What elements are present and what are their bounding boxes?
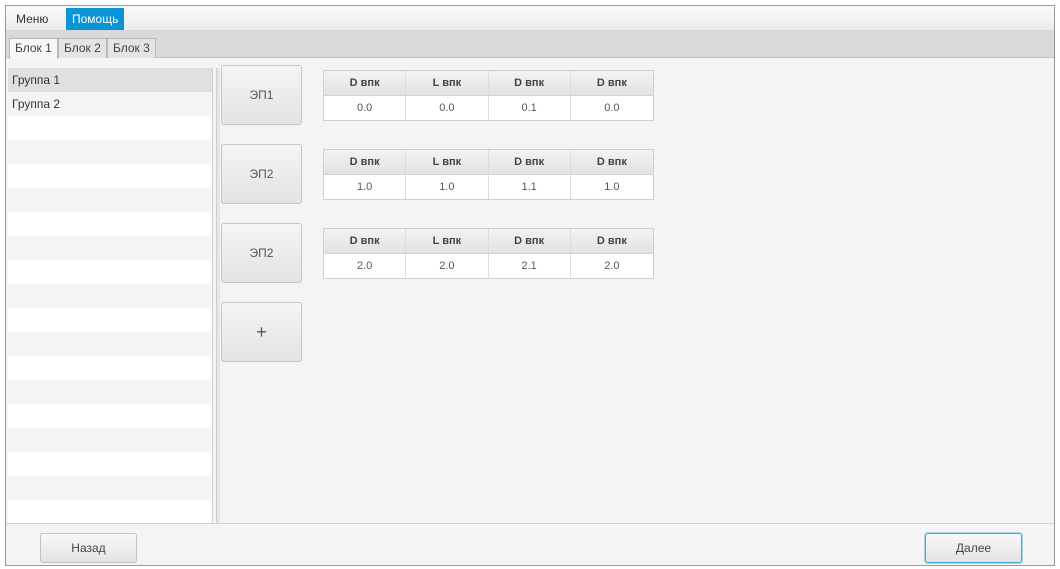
column-header[interactable]: D впк — [324, 150, 407, 174]
list-item-empty — [8, 236, 212, 260]
list-item-group-2[interactable]: Группа 2 — [8, 92, 212, 116]
table-header-row: D впк L впк D впк D впк — [324, 229, 653, 254]
list-item-empty — [8, 428, 212, 452]
table-cell[interactable]: 2.0 — [571, 254, 653, 278]
column-header[interactable]: D впк — [324, 71, 407, 95]
table-cell[interactable]: 0.0 — [571, 96, 653, 120]
element-button-ep2-second[interactable]: ЭП2 — [221, 223, 302, 283]
footer-bar: Назад Далее — [6, 523, 1054, 565]
table-row: 1.0 1.0 1.1 1.0 — [324, 175, 653, 199]
list-item-empty — [8, 188, 212, 212]
list-item-empty — [8, 356, 212, 380]
list-item-empty — [8, 452, 212, 476]
element-table-3: D впк L впк D впк D впк 2.0 2.0 2.1 2.0 — [323, 228, 654, 279]
table-cell[interactable]: 2.0 — [406, 254, 489, 278]
group-list[interactable]: Группа 1 Группа 2 — [8, 68, 213, 523]
table-cell[interactable]: 1.1 — [489, 175, 571, 199]
element-table-1: D впк L впк D впк D впк 0.0 0.0 0.1 0.0 — [323, 70, 654, 121]
next-button[interactable]: Далее — [925, 533, 1022, 563]
list-item-empty — [8, 284, 212, 308]
column-header[interactable]: D впк — [571, 71, 653, 95]
list-item-empty — [8, 500, 212, 523]
split-divider[interactable] — [216, 68, 220, 523]
list-item-empty — [8, 140, 212, 164]
table-cell[interactable]: 1.0 — [571, 175, 653, 199]
list-item-empty — [8, 308, 212, 332]
list-item-empty — [8, 380, 212, 404]
table-cell[interactable]: 2.1 — [489, 254, 571, 278]
column-header[interactable]: D впк — [489, 150, 571, 174]
list-item-empty — [8, 212, 212, 236]
column-header[interactable]: D впк — [324, 229, 407, 253]
element-button-ep2[interactable]: ЭП2 — [221, 144, 302, 204]
list-item-group-1[interactable]: Группа 1 — [8, 68, 212, 92]
column-header[interactable]: D впк — [571, 150, 653, 174]
table-cell[interactable]: 0.1 — [489, 96, 571, 120]
list-item-empty — [8, 116, 212, 140]
table-cell[interactable]: 0.0 — [406, 96, 489, 120]
tab-block-3[interactable]: Блок 3 — [107, 38, 156, 58]
tab-block-1[interactable]: Блок 1 — [9, 38, 58, 59]
column-header[interactable]: L впк — [406, 150, 489, 174]
table-header-row: D впк L впк D впк D впк — [324, 71, 653, 96]
list-item-empty — [8, 164, 212, 188]
column-header[interactable]: D впк — [489, 71, 571, 95]
back-button[interactable]: Назад — [40, 533, 137, 563]
tab-block-2[interactable]: Блок 2 — [58, 38, 107, 58]
list-item-empty — [8, 476, 212, 500]
table-row: 2.0 2.0 2.1 2.0 — [324, 254, 653, 278]
list-item-empty — [8, 260, 212, 284]
menu-item-menu[interactable]: Меню — [10, 8, 54, 30]
table-cell[interactable]: 0.0 — [324, 96, 407, 120]
column-header[interactable]: L впк — [406, 229, 489, 253]
app-window: Меню Помощь Блок 1 Блок 2 Блок 3 Группа … — [5, 5, 1055, 566]
table-header-row: D впк L впк D впк D впк — [324, 150, 653, 175]
list-item-empty — [8, 332, 212, 356]
add-element-button[interactable]: + — [221, 302, 302, 362]
element-table-2: D впк L впк D впк D впк 1.0 1.0 1.1 1.0 — [323, 149, 654, 200]
column-header[interactable]: D впк — [489, 229, 571, 253]
column-header[interactable]: D впк — [571, 229, 653, 253]
element-button-ep1[interactable]: ЭП1 — [221, 65, 302, 125]
menu-item-help[interactable]: Помощь — [66, 8, 125, 30]
menubar: Меню Помощь — [6, 6, 1054, 31]
table-cell[interactable]: 1.0 — [406, 175, 489, 199]
list-item-empty — [8, 404, 212, 428]
table-cell[interactable]: 1.0 — [324, 175, 407, 199]
tab-strip: Блок 1 Блок 2 Блок 3 — [6, 31, 1054, 59]
table-row: 0.0 0.0 0.1 0.0 — [324, 96, 653, 120]
column-header[interactable]: L впк — [406, 71, 489, 95]
table-cell[interactable]: 2.0 — [324, 254, 407, 278]
